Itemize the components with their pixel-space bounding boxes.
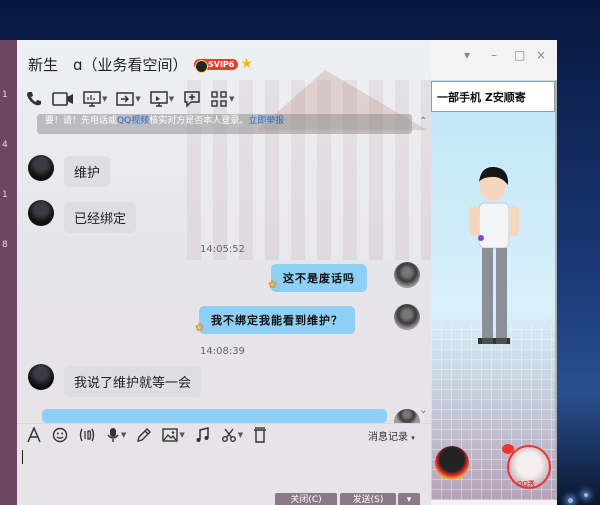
chevron-down-icon[interactable]: ▼ — [169, 95, 174, 103]
input-toolbar: ▼ ▼ ▼ — [26, 426, 267, 444]
sunflower-icon: ✿ — [195, 321, 205, 334]
font-button[interactable] — [26, 427, 42, 443]
send-options-button[interactable]: ▾ — [398, 493, 420, 505]
qq-show-marquee: 一部手机 Z安顺寄 — [431, 81, 555, 112]
presentation-button[interactable]: ▼ — [150, 90, 174, 108]
close-window-button[interactable]: × — [536, 48, 546, 62]
outgoing-message: 我不绑定我能看到维护？ — [199, 306, 355, 334]
phone-icon — [27, 92, 41, 106]
notice-text: 核实对方是否本人登录。 — [149, 116, 249, 126]
new-discussion-button[interactable] — [183, 90, 201, 108]
send-button[interactable]: 发送(S) — [340, 493, 396, 505]
apps-grid-icon — [211, 91, 227, 107]
qq-show-panel[interactable] — [431, 80, 556, 500]
presentation-icon — [150, 91, 168, 107]
clear-screen-button[interactable] — [253, 427, 267, 443]
strip-label: 1 — [2, 190, 8, 200]
font-icon — [27, 427, 41, 443]
image-button[interactable]: ▼ — [162, 427, 185, 443]
add-chat-icon — [184, 91, 200, 108]
incoming-message: 已经绑定 — [64, 202, 137, 233]
chevron-down-icon: ▾ — [411, 434, 415, 442]
monitor-icon — [83, 91, 101, 107]
emoji-button[interactable] — [52, 427, 68, 443]
maximize-button[interactable]: □ — [514, 48, 525, 62]
history-label: 消息记录 — [368, 432, 408, 443]
phone-call-button[interactable] — [25, 90, 43, 108]
contact-avatar[interactable] — [28, 364, 54, 390]
vip-badge-group[interactable]: SVIP6 ★ — [194, 56, 253, 73]
smiley-icon — [52, 427, 68, 443]
scroll-down-icon[interactable]: ⌄ — [419, 405, 427, 416]
remote-assist-button[interactable]: ▼ — [116, 90, 141, 108]
self-avatar[interactable] — [394, 262, 420, 288]
strip-label: 1 — [2, 90, 8, 100]
scissors-icon — [221, 428, 236, 442]
apps-button[interactable]: ▼ — [210, 90, 235, 108]
chat-pane: 新生 ɑ（业务看空间） SVIP6 ★ ▼ ▼ ▼ ▼ 要！请！先电话或QQ视频… — [17, 40, 431, 505]
notification-badge — [502, 444, 514, 454]
chevron-down-icon[interactable]: ▼ — [238, 431, 243, 439]
message-history-button[interactable]: 消息记录 ▾ — [368, 428, 415, 443]
outgoing-message-partial — [42, 409, 387, 423]
strip-label: 8 — [2, 240, 8, 250]
contact-avatar[interactable] — [28, 200, 54, 226]
contact-avatar[interactable] — [28, 155, 54, 181]
incoming-message: 维护 — [64, 156, 111, 187]
dropdown-icon[interactable]: ▾ — [464, 48, 470, 62]
contact-name[interactable]: 新生 ɑ（业务看空间） — [28, 54, 188, 75]
chevron-down-icon[interactable]: ▼ — [121, 431, 126, 439]
report-link[interactable]: 立即举报 — [248, 116, 284, 126]
self-avatar[interactable] — [394, 409, 420, 423]
pen-icon — [137, 428, 152, 442]
music-note-icon — [196, 427, 209, 442]
screenshot-button[interactable]: ▼ — [221, 427, 243, 443]
svip-badge[interactable]: SVIP6 — [194, 58, 239, 73]
collapse-notice-icon[interactable]: ⌃ — [419, 116, 427, 127]
star-icon[interactable]: ★ — [240, 56, 253, 72]
gif-button[interactable] — [78, 427, 96, 443]
screen-share-button[interactable]: ▼ — [83, 90, 107, 108]
close-button[interactable]: 关闭(C) — [275, 493, 337, 505]
chevron-down-icon[interactable]: ▼ — [229, 95, 234, 103]
chevron-down-icon[interactable]: ▼ — [102, 95, 107, 103]
music-button[interactable] — [195, 427, 211, 443]
remote-assist-icon — [116, 92, 135, 106]
qq-video-link[interactable]: QQ视频 — [117, 116, 149, 126]
video-call-button[interactable] — [52, 90, 74, 108]
message-input[interactable] — [17, 445, 431, 490]
notice-text: 要！请！先电话或 — [45, 116, 118, 126]
background-window-strip: 1 4 1 8 — [0, 40, 17, 505]
minimize-button[interactable]: – — [491, 48, 497, 62]
incoming-message: 我说了维护就等一会 — [64, 366, 202, 397]
voice-button[interactable]: ▼ — [106, 427, 126, 443]
trash-icon — [254, 427, 267, 443]
message-timestamp: 14:08:39 — [200, 346, 245, 357]
microphone-icon — [107, 428, 119, 442]
strip-label: 4 — [2, 140, 8, 150]
gif-sticker-icon — [79, 428, 95, 442]
city-light — [568, 498, 573, 503]
qq-show-character[interactable] — [431, 110, 556, 400]
toolbar: ▼ ▼ ▼ ▼ — [25, 90, 235, 108]
chevron-down-icon[interactable]: ▼ — [179, 431, 184, 439]
doodle-button[interactable] — [136, 427, 152, 443]
city-light — [584, 493, 588, 497]
message-timestamp: 14:05:52 — [200, 244, 245, 255]
chevron-down-icon[interactable]: ▼ — [135, 95, 140, 103]
qq-penguin-icon[interactable] — [435, 446, 469, 480]
self-avatar[interactable] — [394, 304, 420, 330]
avatar-watermark: QQ秀 — [517, 480, 536, 488]
outgoing-message: 这不是废话吗 — [271, 264, 367, 292]
contact-large-avatar[interactable]: QQ秀 — [507, 445, 551, 489]
side-panel-scrollbar[interactable] — [555, 80, 557, 500]
security-notice: 要！请！先电话或QQ视频核实对方是否本人登录。立即举报 — [37, 114, 412, 134]
input-divider — [17, 423, 431, 424]
video-camera-icon — [52, 92, 73, 106]
chat-window: 新生 ɑ（业务看空间） SVIP6 ★ ▼ ▼ ▼ ▼ 要！请！先电话或QQ视频… — [17, 40, 557, 505]
sunflower-icon: ✿ — [268, 278, 278, 291]
image-icon — [162, 428, 179, 442]
